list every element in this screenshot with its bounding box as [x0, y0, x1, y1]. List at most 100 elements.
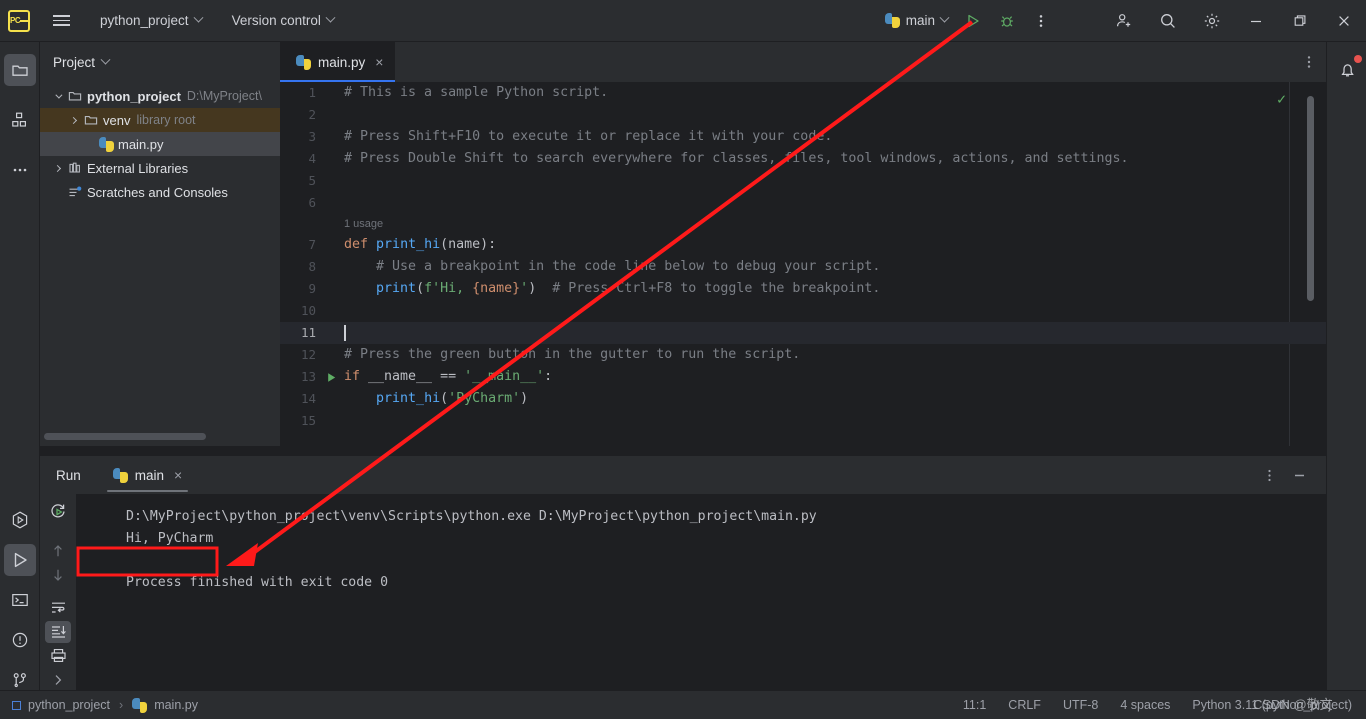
breadcrumb-separator: › — [119, 698, 124, 712]
sidebar-item-problems[interactable] — [0, 620, 40, 660]
line-number: 12 — [300, 347, 316, 362]
line-number: 4 — [308, 151, 316, 166]
gutter-slot — [320, 256, 342, 278]
project-module-icon — [12, 700, 21, 710]
chevron-right-icon[interactable] — [50, 156, 65, 180]
code-line[interactable]: 5 — [280, 170, 1326, 192]
chevron-down-icon — [100, 54, 111, 65]
code-line[interactable]: 7 def print_hi(name): — [280, 234, 1326, 256]
indent-setting[interactable]: 4 spaces — [1120, 698, 1170, 712]
tree-item-main-py[interactable]: main.py — [40, 132, 280, 156]
line-number: 9 — [308, 281, 316, 296]
code-line[interactable]: 8 # Use a breakpoint in the code line be… — [280, 256, 1326, 278]
gutter-slot — [320, 388, 342, 410]
gutter-slot — [320, 234, 342, 256]
run-tab-label: main — [134, 467, 165, 483]
sidebar-item-project[interactable] — [0, 50, 40, 90]
run-panel-header-actions — [1256, 462, 1326, 488]
project-panel-title: Project — [53, 54, 96, 70]
file-encoding[interactable]: UTF-8 — [1063, 698, 1098, 712]
arrow-up-icon[interactable] — [45, 540, 71, 562]
maximize-button[interactable] — [1278, 0, 1322, 42]
run-console-output[interactable]: D:\MyProject\python_project\venv\Scripts… — [76, 494, 1326, 690]
sidebar-item-terminal[interactable] — [0, 580, 40, 620]
code-text: # Press Double Shift to search everywher… — [344, 151, 1129, 166]
usage-inlay-hint[interactable]: 1 usage — [280, 214, 1326, 234]
gear-icon[interactable] — [1190, 0, 1234, 42]
code-line[interactable]: 12 # Press the green button in the gutter… — [280, 344, 1326, 366]
caret-position[interactable]: 11:1 — [963, 698, 986, 712]
sidebar-item-run-with-coverage[interactable] — [0, 500, 40, 540]
debug-button[interactable] — [990, 0, 1024, 42]
code-line[interactable]: 14 print_hi('PyCharm') — [280, 388, 1326, 410]
project-panel-header[interactable]: Project — [40, 42, 280, 82]
editor-options-icon[interactable] — [1292, 42, 1326, 82]
gutter-slot — [320, 344, 342, 366]
editor-area: main.py × ✓ 1 # This is a sample Python s… — [280, 42, 1326, 446]
code-line[interactable]: 11 — [280, 322, 1326, 344]
tree-item-external-libraries[interactable]: External Libraries — [40, 156, 280, 180]
code-text: # Press the green button in the gutter t… — [344, 347, 801, 362]
tree-item-venv[interactable]: venv library root — [40, 108, 280, 132]
code-line[interactable]: 15 — [280, 410, 1326, 432]
sidebar-item-structure[interactable] — [0, 100, 40, 140]
close-button[interactable] — [1322, 0, 1366, 42]
hamburger-icon[interactable] — [46, 6, 76, 36]
project-panel-horizontal-scrollbar[interactable] — [44, 433, 272, 440]
console-command-line: D:\MyProject\python_project\venv\Scripts… — [126, 509, 817, 524]
sidebar-item-run[interactable] — [0, 540, 40, 580]
chevron-right-icon[interactable] — [66, 108, 81, 132]
breadcrumb-file[interactable]: main.py — [154, 698, 198, 712]
scroll-to-end-icon[interactable] — [45, 620, 71, 643]
run-tool-window: Run main × D:\MyProject\python_project\v… — [40, 455, 1326, 690]
code-line[interactable]: 6 — [280, 192, 1326, 214]
rerun-icon[interactable] — [45, 500, 71, 522]
add-user-button[interactable] — [1102, 0, 1146, 42]
chevron-down-icon[interactable] — [50, 84, 65, 108]
code-editor[interactable]: ✓ 1 # This is a sample Python script. 2 3 # … — [280, 82, 1326, 446]
search-icon[interactable] — [1146, 0, 1190, 42]
version-control-label: Version control — [231, 13, 321, 28]
code-line[interactable]: 1 # This is a sample Python script. — [280, 82, 1326, 104]
code-text: # This is a sample Python script. — [344, 85, 609, 100]
soft-wrap-icon[interactable] — [45, 597, 71, 619]
close-icon[interactable]: × — [174, 468, 182, 482]
project-name-dropdown[interactable]: python_project — [94, 9, 208, 32]
tree-item-scratches-and-consoles[interactable]: Scratches and Consoles — [40, 180, 280, 204]
run-button[interactable] — [956, 0, 990, 42]
code-line[interactable]: 4 # Press Double Shift to search everywhe… — [280, 148, 1326, 170]
arrow-down-icon[interactable] — [45, 564, 71, 586]
code-line[interactable]: 3 # Press Shift+F10 to execute it or repl… — [280, 126, 1326, 148]
gutter-slot — [320, 126, 342, 148]
code-line[interactable]: 10 — [280, 300, 1326, 322]
run-configuration-selector[interactable]: main — [877, 10, 956, 31]
sidebar-item-more-tool-windows[interactable] — [0, 150, 40, 190]
line-number: 8 — [308, 259, 316, 274]
run-panel-more-icon[interactable] — [1256, 462, 1282, 488]
minimize-button[interactable] — [1234, 0, 1278, 42]
run-tab-main[interactable]: main × — [106, 456, 189, 494]
line-separator[interactable]: CRLF — [1008, 698, 1041, 712]
print-icon[interactable] — [45, 645, 71, 667]
pycharm-logo: PC — [8, 9, 30, 32]
version-control-dropdown[interactable]: Version control — [226, 9, 340, 32]
tree-label: venv — [103, 112, 131, 128]
run-panel-minimize-icon[interactable] — [1286, 462, 1312, 488]
breadcrumb[interactable]: python_project › main.py — [0, 697, 198, 713]
more-actions-button[interactable] — [1024, 0, 1058, 42]
gutter-run-icon[interactable] — [320, 366, 342, 388]
code-line[interactable]: 9 print(f'Hi, {name}') # Press Ctrl+F8 t… — [280, 278, 1326, 300]
close-icon[interactable]: × — [375, 55, 383, 69]
gutter-slot — [320, 148, 342, 170]
scratches-icon — [65, 185, 85, 200]
expand-icon[interactable] — [45, 669, 71, 691]
tree-item-python-project[interactable]: python_project D:\MyProject\ — [40, 84, 280, 108]
right-activity-bar — [1326, 42, 1366, 690]
breadcrumb-project[interactable]: python_project — [28, 698, 110, 712]
code-line[interactable]: 2 — [280, 104, 1326, 126]
notifications-icon[interactable] — [1327, 50, 1366, 90]
code-line[interactable]: 13 if __name__ == '__main__': — [280, 366, 1326, 388]
folder-icon — [65, 89, 85, 103]
editor-tab-main-py[interactable]: main.py × — [280, 42, 396, 82]
